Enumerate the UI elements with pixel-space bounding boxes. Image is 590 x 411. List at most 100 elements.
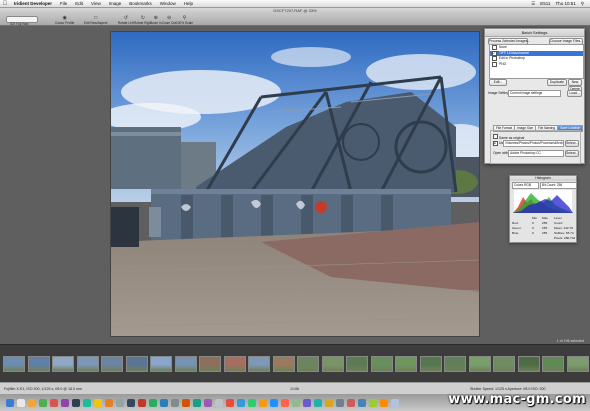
dock-app-icon[interactable] (160, 399, 168, 407)
edit-button[interactable]: Edit... (489, 79, 507, 86)
zoom-out-button[interactable]: ⊖ Zoom Out (162, 15, 176, 25)
dock-app-icon[interactable] (61, 399, 69, 407)
dock-app-icon[interactable] (28, 399, 36, 407)
search-icon[interactable]: ⚲ (581, 1, 584, 7)
filmstrip-thumbnail[interactable] (566, 356, 589, 372)
filmstrip-thumbnail[interactable] (370, 356, 393, 372)
dock-app-icon[interactable] (50, 399, 58, 407)
dock-app-icon[interactable] (94, 399, 102, 407)
filmstrip-thumbnail[interactable] (468, 356, 491, 372)
dock-app-icon[interactable] (380, 399, 388, 407)
filmstrip-thumbnail[interactable] (199, 356, 221, 372)
dock-app-icon[interactable] (303, 399, 311, 407)
dock-app-icon[interactable] (193, 399, 201, 407)
dock-app-icon[interactable] (215, 399, 223, 407)
dock-app-icon[interactable] (336, 399, 344, 407)
dock-app-icon[interactable] (116, 399, 124, 407)
main-photo[interactable] (110, 31, 480, 337)
checkbox[interactable] (492, 45, 497, 51)
filmstrip-thumbnail[interactable] (3, 356, 25, 372)
new-button[interactable]: New (568, 79, 582, 86)
filmstrip-thumbnail[interactable] (52, 356, 74, 372)
dock-app-icon[interactable] (347, 399, 355, 407)
menu-bookmarks[interactable]: Bookmarks (125, 1, 156, 6)
save-path-field[interactable]: /Volumes/Photos/Photos/Processed/Archive… (503, 140, 564, 147)
dock-app-icon[interactable] (127, 399, 135, 407)
filmstrip-thumbnail[interactable] (272, 356, 295, 372)
wifi-icon[interactable]: ☰ (531, 1, 535, 7)
dock-app-icon[interactable] (149, 399, 157, 407)
colour-profile-button[interactable]: ◉ Colour Profile (55, 15, 74, 25)
dock-app-icon[interactable] (358, 399, 366, 407)
filmstrip-thumbnail[interactable] (493, 356, 515, 372)
edit-aspect-button[interactable]: □ Edit Raw/Aspect (84, 15, 107, 25)
filmstrip-thumbnail[interactable] (125, 356, 148, 372)
menu-edit[interactable]: Edit (71, 1, 87, 6)
dock-app-icon[interactable] (314, 399, 322, 407)
zoom-in-button[interactable]: ⊕ Zoom In (150, 15, 162, 25)
filmstrip-thumbnail[interactable] (223, 356, 246, 372)
dock-app-icon[interactable] (270, 399, 278, 407)
filmstrip-thumbnail[interactable] (150, 356, 172, 372)
checkbox[interactable] (492, 56, 497, 62)
column-header: Min (532, 216, 537, 220)
checkbox[interactable] (492, 61, 497, 67)
scale-100-button[interactable]: ⚲ 100% Scale (176, 15, 193, 25)
dock-app-icon[interactable] (204, 399, 212, 407)
filmstrip-thumbnail[interactable] (174, 356, 197, 372)
value: 0 (532, 226, 534, 230)
radio-icon: ● (493, 141, 498, 146)
filmstrip-thumbnail[interactable] (297, 356, 319, 372)
filmstrip-thumbnail[interactable] (321, 356, 344, 372)
filmstrip-thumbnail[interactable] (395, 356, 417, 372)
duplicate-button[interactable]: Duplicate (547, 79, 567, 86)
list-item[interactable]: PNG (490, 62, 583, 68)
dock-app-icon[interactable] (182, 399, 190, 407)
dock-app-icon[interactable] (292, 399, 300, 407)
filmstrip-thumbnail[interactable] (248, 356, 270, 372)
dock-app-icon[interactable] (226, 399, 234, 407)
dock-app-icon[interactable] (325, 399, 333, 407)
dock-app-icon[interactable] (369, 399, 377, 407)
dock-app-icon[interactable] (391, 399, 399, 407)
filmstrip-thumbnail[interactable] (76, 356, 99, 372)
dock-app-icon[interactable] (105, 399, 113, 407)
load-button[interactable]: Load... (567, 90, 582, 97)
filmstrip-thumbnail[interactable] (542, 356, 564, 372)
menu-file[interactable]: File (56, 1, 71, 6)
menu-window[interactable]: Window (156, 1, 180, 6)
dock-app-icon[interactable] (259, 399, 267, 407)
dock-app-icon[interactable] (6, 399, 14, 407)
filmstrip-thumbnail[interactable] (444, 356, 466, 372)
menu-help[interactable]: Help (180, 1, 197, 6)
dock-app-icon[interactable] (281, 399, 289, 407)
dock-app-icon[interactable] (83, 399, 91, 407)
dock-app-icon[interactable] (138, 399, 146, 407)
dock-app-icon[interactable] (39, 399, 47, 407)
filmstrip-thumbnail[interactable] (346, 356, 368, 372)
filmstrip-thumbnail[interactable] (419, 356, 442, 372)
image-settings-select[interactable]: Current image settings (508, 90, 561, 97)
dock-app-icon[interactable] (171, 399, 179, 407)
checkbox[interactable]: ✓ (492, 50, 497, 56)
dock-app-icon[interactable] (72, 399, 80, 407)
open-with-select[interactable]: Adobe Photoshop CC (508, 150, 564, 157)
filmstrip-thumbnail[interactable] (517, 356, 540, 372)
menu-view[interactable]: View (87, 1, 105, 6)
dock-app-icon[interactable] (237, 399, 245, 407)
filmstrip-thumbnail[interactable] (101, 356, 123, 372)
row-label: Green: (512, 226, 522, 230)
apple-icon[interactable]:  (0, 1, 10, 7)
select-path-button[interactable]: Select... (565, 140, 579, 147)
dock-app-icon[interactable] (17, 399, 25, 407)
bit-depth-select[interactable]: Bit Count: 256 (540, 182, 577, 189)
status-item[interactable]: E511 (540, 1, 550, 6)
menu-image[interactable]: Image (105, 1, 126, 6)
clock[interactable]: Thu 10:51 (555, 1, 575, 6)
menu-app-name[interactable]: Iridient Developer (10, 1, 56, 6)
colorspace-select[interactable]: Colors RGB (512, 182, 539, 189)
dock-app-icon[interactable] (248, 399, 256, 407)
rotate-left-button[interactable]: ↺ Rotate Left (118, 15, 134, 25)
filmstrip-thumbnail[interactable] (27, 356, 50, 372)
select-app-button[interactable]: Select... (565, 150, 579, 157)
